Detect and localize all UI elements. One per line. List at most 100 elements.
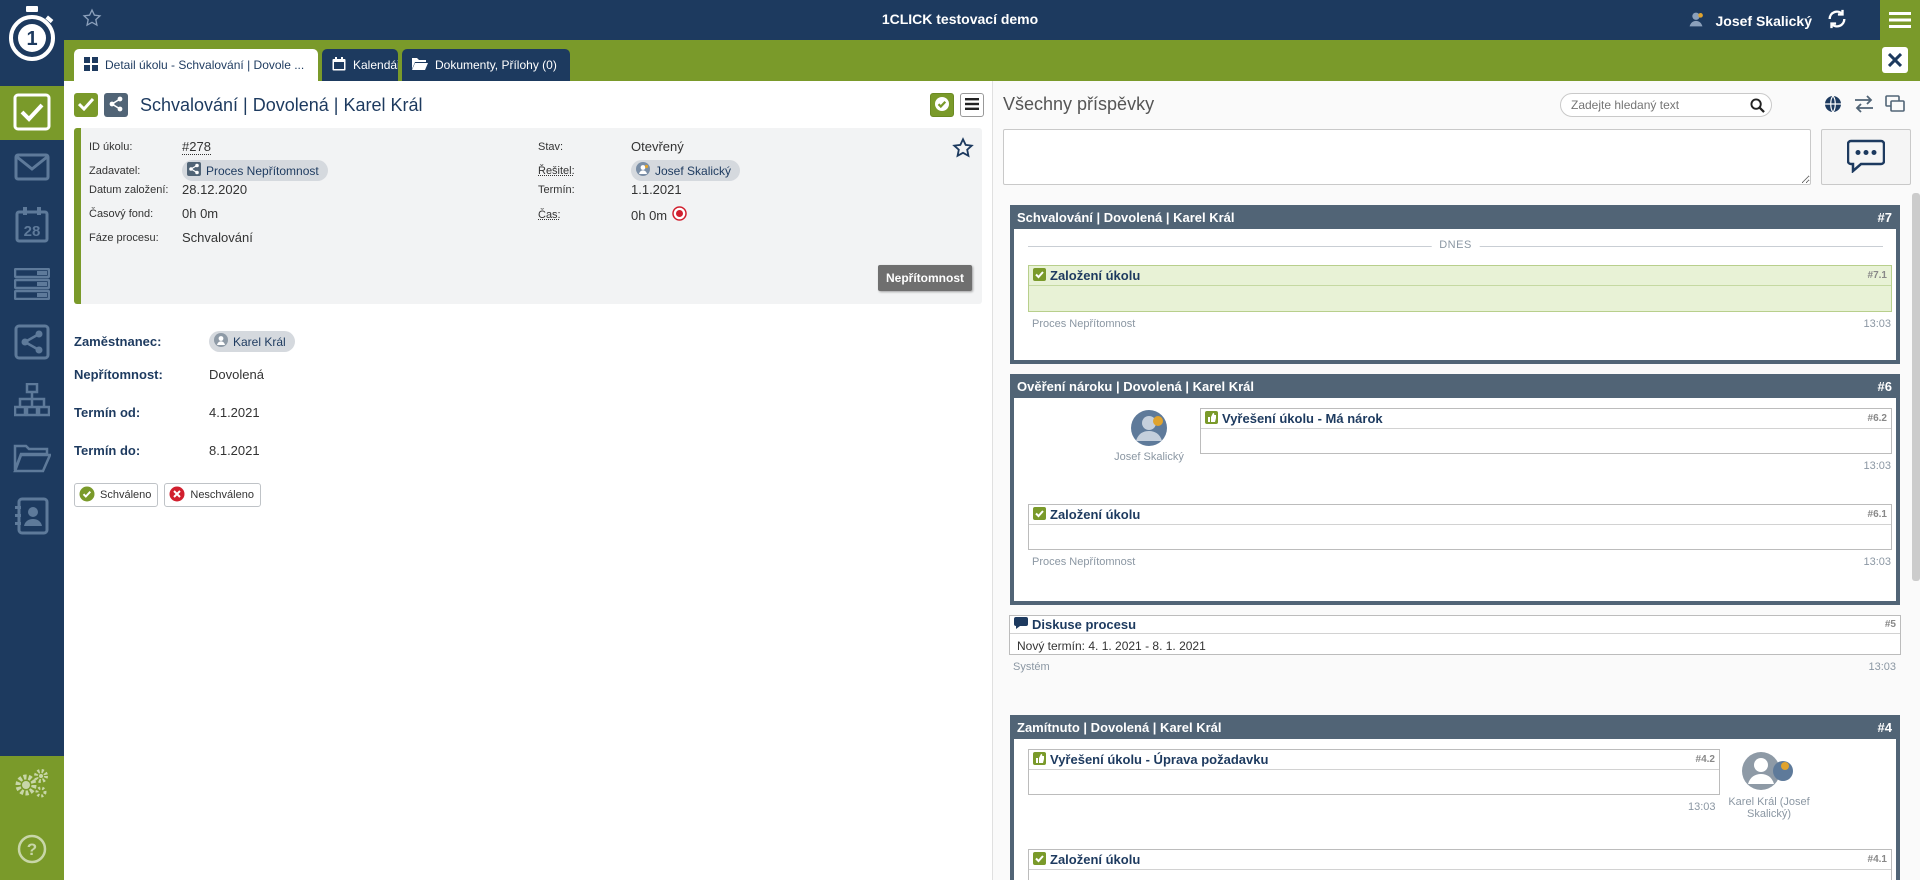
user-avatar-icon: [1129, 410, 1169, 451]
close-tab-button[interactable]: [1882, 47, 1908, 73]
post-item[interactable]: Vyřešení úkolu - Má nárok #6.2: [1200, 408, 1892, 454]
grid-icon: [84, 56, 98, 74]
post-time: 13:03: [1863, 556, 1891, 568]
refresh-icon[interactable]: [1826, 8, 1848, 33]
post-item[interactable]: Založení úkolu #7.1: [1028, 265, 1892, 312]
sidebar-item-contacts[interactable]: [0, 492, 64, 542]
svg-text:1: 1: [26, 28, 37, 50]
post-item[interactable]: Založení úkolu #6.1: [1028, 504, 1892, 550]
sidebar-item-documents[interactable]: [0, 434, 64, 484]
discussion-post[interactable]: Diskuse procesu #5 Nový termín: 4. 1. 20…: [1009, 615, 1901, 655]
thumbs-up-icon: [1033, 751, 1046, 768]
group-title: Ověření nároku | Dovolená | Karel Král: [1017, 378, 1255, 394]
scrollbar[interactable]: [1912, 193, 1920, 581]
user-avatar-icon: [1685, 8, 1707, 33]
main-menu-button[interactable]: [1880, 0, 1920, 40]
tab-calendar[interactable]: Kalendář: [322, 49, 398, 81]
sidebar-item-mail[interactable]: [0, 143, 64, 193]
info-state: Stav: Otevřený: [538, 139, 684, 154]
group-title: Zamítnuto | Dovolená | Karel Král: [1017, 719, 1222, 735]
task-info-box: ID úkolu: #278 Zadavatel: Proces Nepříto…: [74, 128, 982, 304]
record-timer-icon[interactable]: [672, 206, 687, 224]
info-id: ID úkolu: #278: [89, 139, 211, 155]
task-title: Schvalování | Dovolená | Karel Král: [140, 94, 423, 115]
checkbox-checked-icon: [1033, 506, 1046, 523]
windows-icon[interactable]: [1885, 95, 1905, 116]
check-icon: [77, 97, 95, 114]
tab-documents[interactable]: Dokumenty, Přílohy (0): [402, 49, 570, 81]
user-avatar-icon: [1739, 752, 1799, 796]
author-avatar: Karel Král (Josef Skalický): [1724, 749, 1814, 820]
app-logo[interactable]: 1: [0, 0, 64, 80]
task-detail-panel: Schvalování | Dovolená | Karel Král ID ú…: [64, 81, 992, 880]
checkbox-checked-icon: [1033, 851, 1046, 868]
svg-text:?: ?: [27, 840, 37, 859]
check-circle-icon: [79, 486, 95, 505]
help-button[interactable]: ?: [0, 822, 64, 878]
star-icon[interactable]: [952, 137, 974, 162]
discussion-body: Nový termín: 4. 1. 2021 - 8. 1. 2021: [1017, 639, 1206, 653]
task-header: Schvalování | Dovolená | Karel Král: [74, 93, 423, 117]
post-item[interactable]: Založení úkolu #4.1: [1028, 849, 1892, 880]
favorite-star-icon[interactable]: [82, 8, 102, 31]
task-actions: [930, 93, 984, 117]
settings-button[interactable]: [0, 756, 64, 812]
sidebar-item-processes[interactable]: [0, 318, 64, 368]
task-done-checkbox[interactable]: [74, 93, 98, 117]
solver-chip[interactable]: Josef Skalický: [631, 160, 741, 181]
sidebar-item-lists[interactable]: [0, 260, 64, 310]
x-circle-icon: [169, 486, 185, 505]
reject-button[interactable]: Neschváleno: [164, 483, 261, 507]
user-icon: [214, 333, 228, 350]
sort-arrows-icon[interactable]: [1854, 95, 1874, 116]
top-bar: 1CLICK testovací demo Josef Skalický: [0, 0, 1920, 40]
tab-task-detail[interactable]: Detail úkolu - Schvalování | Dovole ...: [74, 49, 318, 81]
sidebar-item-organization[interactable]: [0, 376, 64, 426]
send-post-button[interactable]: [1821, 129, 1911, 185]
search-box: [1560, 93, 1772, 117]
post-meta: Proces Nepřítomnost: [1032, 556, 1136, 568]
author-avatar: Josef Skalický: [1104, 408, 1194, 463]
absence-button[interactable]: Nepřítomnost: [878, 265, 972, 291]
post-input[interactable]: [1003, 129, 1811, 185]
list-stack-icon: [13, 267, 51, 303]
task-menu-button[interactable]: [960, 93, 984, 117]
folder-icon: [13, 443, 52, 476]
tab-label: Detail úkolu - Schvalování | Dovole ...: [105, 58, 305, 72]
thumbs-up-icon: [1205, 410, 1218, 427]
employee-chip[interactable]: Karel Král: [209, 331, 295, 352]
post-time: 13:03: [1868, 661, 1896, 673]
post-time: 13:03: [1863, 318, 1891, 330]
field-date-to: Termín do: 8.1.2021: [74, 443, 260, 458]
process-share-icon: [108, 96, 124, 115]
gears-icon: [14, 767, 50, 802]
field-employee: Zaměstnanec: Karel Král: [74, 331, 295, 352]
check-circle-icon: [934, 96, 950, 115]
post-meta: Systém: [1013, 661, 1050, 673]
user-name: Josef Skalický: [1715, 12, 1812, 29]
process-button[interactable]: [104, 93, 128, 117]
envelope-icon: [14, 153, 50, 184]
folder-open-icon: [412, 57, 428, 73]
day-separator: DNES: [1028, 239, 1883, 253]
search-icon[interactable]: [1750, 98, 1765, 116]
post-time: 13:03: [1863, 460, 1891, 472]
info-time: Čas: 0h 0m: [538, 206, 687, 224]
requester-chip[interactable]: Proces Nepřítomnost: [182, 160, 328, 181]
search-input[interactable]: [1571, 98, 1741, 112]
speech-bubble-icon: [1014, 617, 1028, 632]
field-date-from: Termín od: 4.1.2021: [74, 405, 260, 420]
post-item[interactable]: Vyřešení úkolu - Úprava požadavku #4.2: [1028, 749, 1720, 795]
globe-icon[interactable]: [1824, 95, 1842, 116]
sidebar-item-tasks[interactable]: [0, 86, 64, 140]
task-id-link[interactable]: #278: [182, 139, 211, 155]
sidebar-item-calendar[interactable]: 28: [0, 201, 64, 251]
tab-label: Dokumenty, Přílohy (0): [435, 58, 557, 72]
user-menu[interactable]: Josef Skalický: [1685, 8, 1848, 33]
complete-task-button[interactable]: [930, 93, 954, 117]
decision-buttons: Schváleno Neschváleno: [74, 483, 261, 507]
approve-button[interactable]: Schváleno: [74, 483, 159, 507]
post-group: Zamítnuto | Dovolená | Karel Král #4 Vyř…: [1010, 715, 1900, 880]
group-number: #7: [1877, 209, 1892, 225]
checkbox-checked-icon: [1033, 267, 1046, 284]
